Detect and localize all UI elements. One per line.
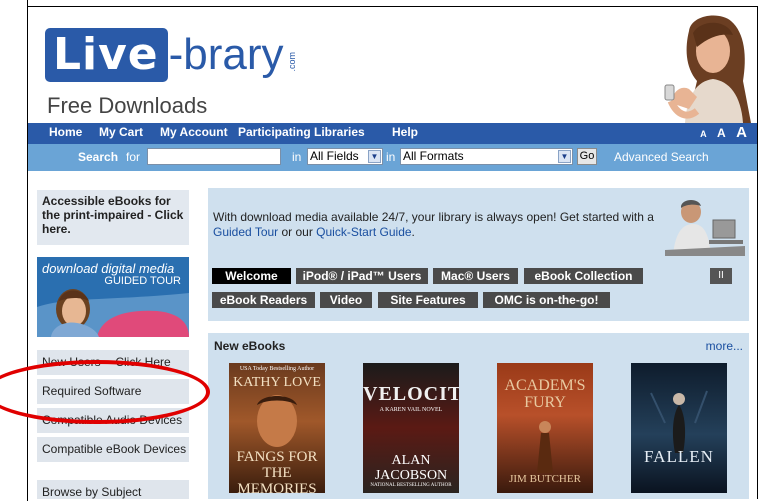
book-3-author: JIM BUTCHER [509, 473, 581, 485]
guided-tour-banner[interactable]: download digital media GUIDED TOUR [37, 257, 189, 337]
welcome-text-part-3: . [411, 225, 415, 239]
site-tagline: Free Downloads [47, 93, 208, 118]
text-size-medium[interactable]: A [717, 126, 726, 140]
tab-mac-users[interactable]: Mac® Users [433, 268, 518, 284]
welcome-panel: With download media available 24/7, your… [208, 188, 749, 321]
search-format-select[interactable]: All Formats ▼ [400, 148, 573, 165]
book-3-title: ACADEM'S FURY [504, 377, 586, 411]
book-cover-fallen[interactable]: FALLEN [631, 363, 727, 493]
tab-welcome[interactable]: Welcome [212, 268, 291, 284]
accessible-ebooks-link[interactable]: Accessible eBooks for the print-impaired… [37, 190, 189, 245]
logo-live: Live [45, 28, 168, 82]
search-bar: Search for in All Fields ▼ in All Format… [28, 144, 757, 171]
nav-my-account[interactable]: My Account [160, 125, 228, 139]
book-2-author: ALAN JACOBSON [374, 453, 448, 483]
computer-user-image [665, 198, 745, 256]
tab-ebook-collection[interactable]: eBook Collection [524, 268, 643, 284]
tab-ipod-ipad-users[interactable]: iPod® / iPad™ Users [296, 268, 428, 284]
book-cover-academs-fury[interactable]: ACADEM'S FURY JIM BUTCHER [497, 363, 593, 493]
welcome-text: With download media available 24/7, your… [213, 210, 683, 240]
search-format-value: All Formats [403, 149, 464, 163]
search-label: Search [78, 150, 119, 164]
new-ebooks-title: New eBooks [214, 339, 286, 353]
sidebar-item-new-users[interactable]: New Users -- Click Here [37, 350, 189, 375]
welcome-text-part-1: With download media available 24/7, your… [213, 210, 654, 224]
tab-video[interactable]: Video [320, 292, 372, 308]
logo-dotcom: .com [286, 52, 297, 72]
nav-participating-libraries[interactable]: Participating Libraries [238, 125, 365, 139]
book-cover-fangs-for-the-memories[interactable]: USA Today Bestselling Author KATHY LOVE … [229, 363, 325, 493]
book-4-figure-image [650, 390, 708, 453]
advanced-search-link[interactable]: Advanced Search [614, 150, 709, 164]
chevron-down-icon[interactable]: ▼ [368, 150, 381, 163]
new-ebooks-panel: New eBooks more... USA Today Bestselling… [208, 333, 749, 499]
search-field-value: All Fields [310, 149, 359, 163]
tab-site-features[interactable]: Site Features [378, 292, 478, 308]
search-in-label-2: in [386, 150, 396, 164]
text-size-large[interactable]: A [736, 124, 747, 141]
more-ebooks-link[interactable]: more... [706, 339, 743, 353]
book-2-subtitle: A KAREN VAIL NOVEL [379, 407, 443, 413]
tab-ebook-readers[interactable]: eBook Readers [212, 292, 315, 308]
guided-tour-line-1: download digital media [42, 261, 175, 276]
text-size-small[interactable]: A [700, 129, 707, 139]
book-4-title: FALLEN [644, 447, 714, 466]
search-in-label-1: in [292, 150, 302, 164]
logo-brary: -brary [168, 30, 284, 79]
search-for-label: for [126, 150, 141, 164]
pause-icon[interactable]: II [710, 268, 732, 284]
quick-start-guide-link[interactable]: Quick-Start Guide [316, 225, 411, 239]
sidebar-item-required-software[interactable]: Required Software [37, 379, 189, 404]
search-input[interactable] [147, 148, 281, 165]
header-woman-photo [664, 15, 751, 123]
book-1-author: KATHY LOVE [233, 375, 321, 390]
search-go-button[interactable]: Go [577, 148, 597, 165]
sidebar-item-compatible-ebook-devices[interactable]: Compatible eBook Devices [37, 437, 189, 462]
nav-help[interactable]: Help [392, 125, 418, 139]
text-size-controls: A A A [694, 124, 747, 142]
book-1-topline: USA Today Bestselling Author [239, 366, 315, 372]
sidebar-item-browse-by-subject[interactable]: Browse by Subject [37, 480, 189, 499]
page-frame: Live -brary .com Free Downloads Home My … [27, 6, 758, 499]
sidebar-item-compatible-audio-devices[interactable]: Compatible Audio Devices [37, 408, 189, 433]
book-2-bottomline: NATIONAL BESTSELLING AUTHOR [370, 483, 452, 488]
nav-home[interactable]: Home [49, 125, 82, 139]
book-1-title: FANGS FOR THE MEMORIES [236, 449, 318, 493]
nav-my-cart[interactable]: My Cart [99, 125, 143, 139]
book-cover-velocity[interactable]: VELOCITY A KAREN VAIL NOVEL ALAN JACOBSO… [363, 363, 459, 493]
book-2-title: VELOCITY [363, 383, 459, 405]
site-logo[interactable]: Live -brary .com [45, 22, 297, 82]
chevron-down-icon[interactable]: ▼ [558, 150, 571, 163]
search-field-select[interactable]: All Fields ▼ [307, 148, 383, 165]
guided-tour-line-2: GUIDED TOUR [104, 275, 181, 287]
tab-omc-on-the-go[interactable]: OMC is on-the-go! [483, 292, 610, 308]
welcome-tabs: Welcome iPod® / iPad™ Users Mac® Users e… [208, 262, 749, 310]
guided-tour-link[interactable]: Guided Tour [213, 225, 278, 239]
welcome-text-part-2: or our [278, 225, 317, 239]
book-3-figure-image [537, 421, 553, 473]
book-1-face-image [257, 395, 297, 447]
main-navbar: Home My Cart My Account Participating Li… [28, 123, 757, 144]
